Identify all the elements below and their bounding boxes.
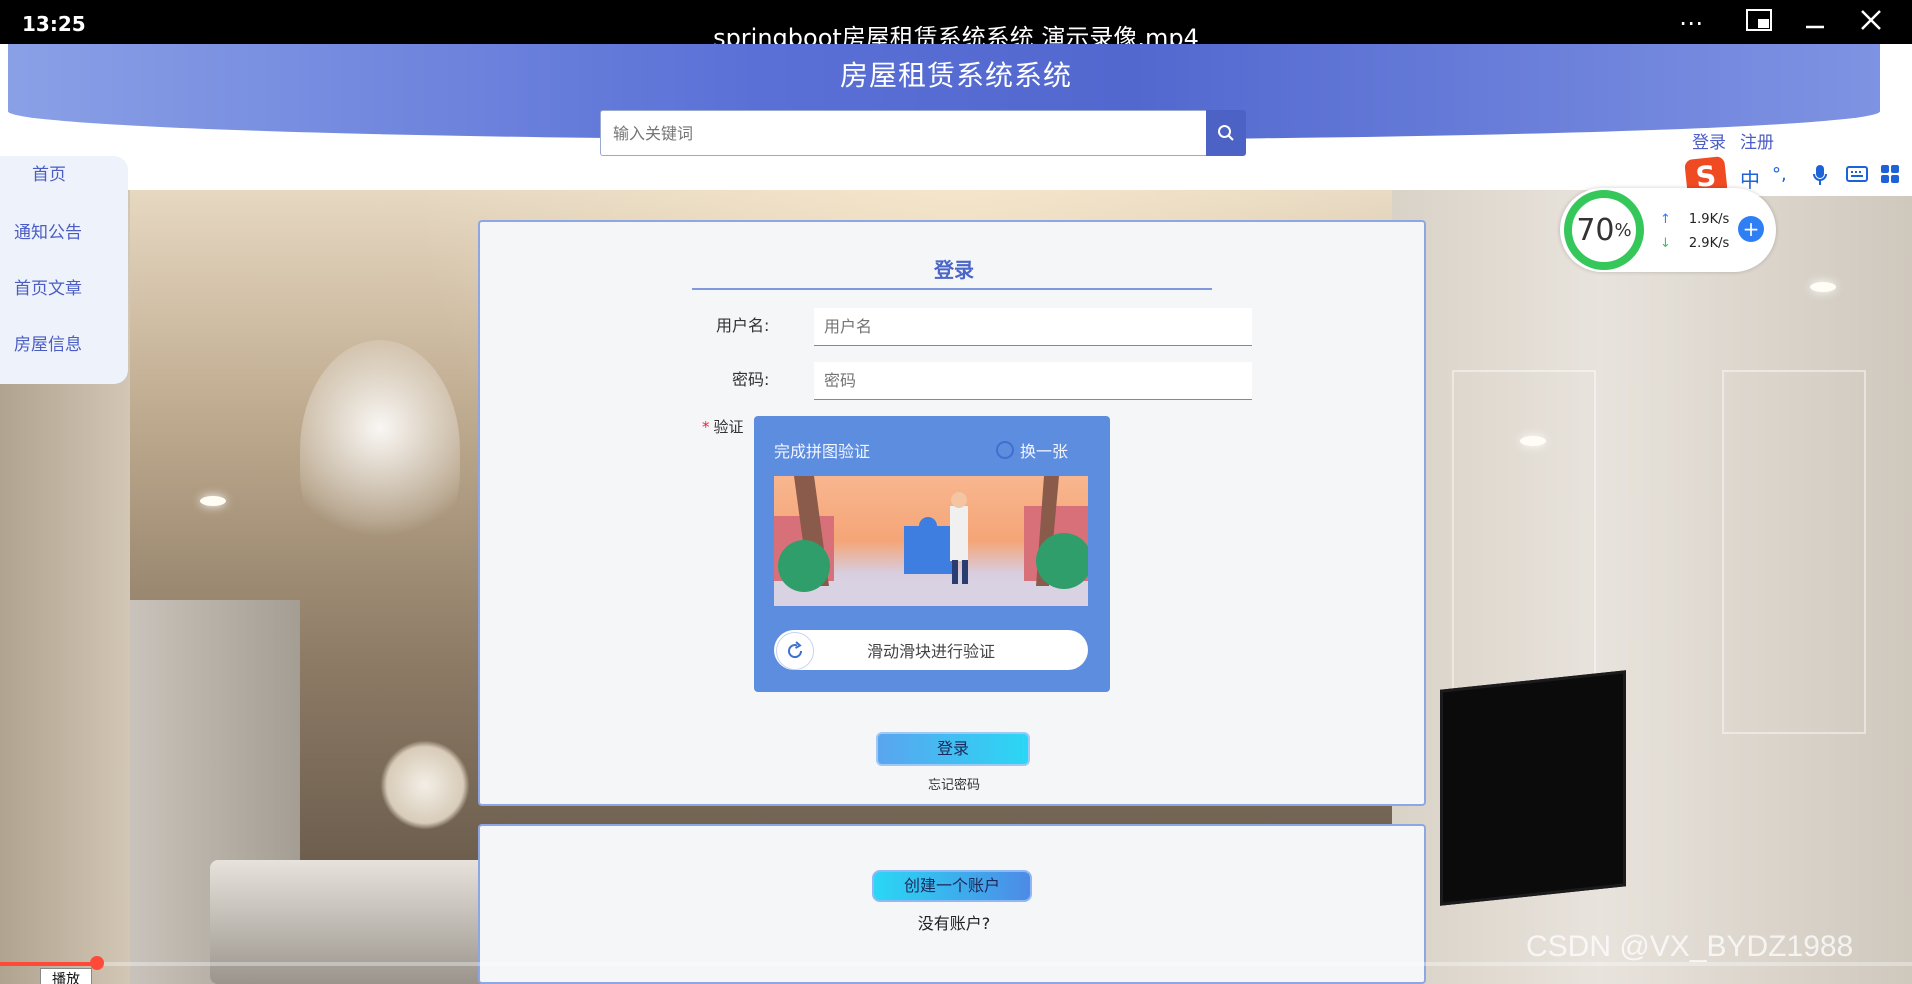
no-account-text: 没有账户? xyxy=(917,914,991,933)
microphone-icon[interactable] xyxy=(1812,164,1828,191)
add-icon[interactable]: + xyxy=(1738,216,1764,242)
upload-speed-row: ↑ 1.9K/s xyxy=(1660,212,1729,227)
search-button[interactable] xyxy=(1206,110,1246,156)
ceiling-light xyxy=(1810,282,1836,292)
password-label: 密码: xyxy=(732,370,770,389)
username-field[interactable] xyxy=(814,308,1252,346)
captcha-puzzle-image xyxy=(774,476,1088,606)
captcha-refresh-label: 换一张 xyxy=(1020,442,1069,461)
network-speed-widget[interactable]: 70% ↑ 1.9K/s ↓ 2.9K/s + xyxy=(1560,188,1776,272)
login-title: 登录 xyxy=(934,258,974,282)
search-icon xyxy=(1218,125,1234,141)
site-header: 房屋租赁系统系统 登录注册 xyxy=(0,44,1912,190)
login-link[interactable]: 登录 xyxy=(1692,133,1726,153)
rotate-icon xyxy=(788,641,803,659)
background-flowers xyxy=(380,740,470,830)
captcha-refresh-button[interactable]: 换一张 xyxy=(996,438,1068,462)
watermark: CSDN @VX_BYDZ1988 xyxy=(1526,930,1854,963)
ceiling-light xyxy=(1520,436,1546,446)
minimize-icon[interactable] xyxy=(1800,8,1830,38)
background-chandelier xyxy=(300,340,460,560)
forgot-password-link[interactable]: 忘记密码 xyxy=(480,774,1428,793)
captcha-label: 验证 xyxy=(713,418,744,436)
captcha-panel: 完成拼图验证 换一张 滑动滑块进行验证 xyxy=(754,416,1110,692)
captcha-label-wrap: * 验证 xyxy=(702,416,744,437)
more-icon[interactable]: ⋯ xyxy=(1676,8,1706,38)
sidebar-item-home[interactable]: 首页 xyxy=(32,160,66,185)
download-speed: 2.9K/s xyxy=(1688,236,1730,251)
video-progress-fill xyxy=(0,962,96,966)
memory-usage-ring: 70% xyxy=(1564,190,1644,270)
video-player-bar: 13:25 springboot房屋租赁系统系统 演示录像.mp4 ⋯ xyxy=(0,0,1912,52)
ime-punct[interactable]: °, xyxy=(1772,164,1787,185)
sidebar-item-articles[interactable]: 首页文章 xyxy=(14,274,82,299)
upload-speed: 1.9K/s xyxy=(1688,212,1730,227)
captcha-slider-handle[interactable] xyxy=(776,632,814,670)
slider-hint: 滑动滑块进行验证 xyxy=(866,642,995,661)
progress-handle[interactable] xyxy=(90,956,104,970)
site-title: 房屋租赁系统系统 xyxy=(839,59,1072,92)
apps-grid-icon[interactable] xyxy=(1880,164,1900,189)
play-tooltip: 播放 xyxy=(40,968,92,984)
title-divider xyxy=(692,288,1212,290)
ceiling-light xyxy=(200,496,226,506)
wall-panel xyxy=(1722,370,1866,734)
puzzle-illustration xyxy=(774,476,1088,606)
search-input[interactable] xyxy=(600,110,1206,156)
download-arrow-icon: ↓ xyxy=(1660,236,1671,251)
usage-percent-unit: % xyxy=(1614,219,1632,241)
password-field[interactable] xyxy=(814,362,1252,400)
screen: 13:25 springboot房屋租赁系统系统 演示录像.mp4 ⋯ 房屋租赁… xyxy=(0,0,1912,984)
sidebar-item-notices[interactable]: 通知公告 xyxy=(14,218,82,243)
keyboard-icon[interactable] xyxy=(1846,164,1868,188)
download-speed-row: ↓ 2.9K/s xyxy=(1660,236,1729,251)
sidebar-item-houses[interactable]: 房屋信息 xyxy=(14,330,82,355)
register-card: 创建一个账户 没有账户? xyxy=(478,824,1426,984)
refresh-icon xyxy=(996,441,1014,459)
pip-icon[interactable] xyxy=(1744,8,1774,38)
login-submit-button[interactable]: 登录 xyxy=(876,732,1030,766)
background-tv xyxy=(1440,670,1626,906)
upload-arrow-icon: ↑ xyxy=(1660,212,1671,227)
auth-links: 登录 注册 xyxy=(1692,128,1788,153)
captcha-prompt: 完成拼图验证 xyxy=(774,442,871,461)
captcha-slider-track[interactable]: 滑动滑块进行验证 xyxy=(774,630,1088,670)
close-icon[interactable] xyxy=(1856,8,1886,38)
usage-percent: 70 xyxy=(1576,212,1615,248)
register-link[interactable]: 注册 xyxy=(1740,133,1774,153)
username-label: 用户名: xyxy=(716,316,770,335)
login-card: 登录 用户名: 密码: *验证 完成拼图验证 换一张 xyxy=(478,220,1426,806)
required-mark: * xyxy=(702,418,710,436)
sidebar-nav: 首页 通知公告 首页文章 房屋信息 xyxy=(0,156,128,384)
create-account-button[interactable]: 创建一个账户 xyxy=(872,870,1032,902)
